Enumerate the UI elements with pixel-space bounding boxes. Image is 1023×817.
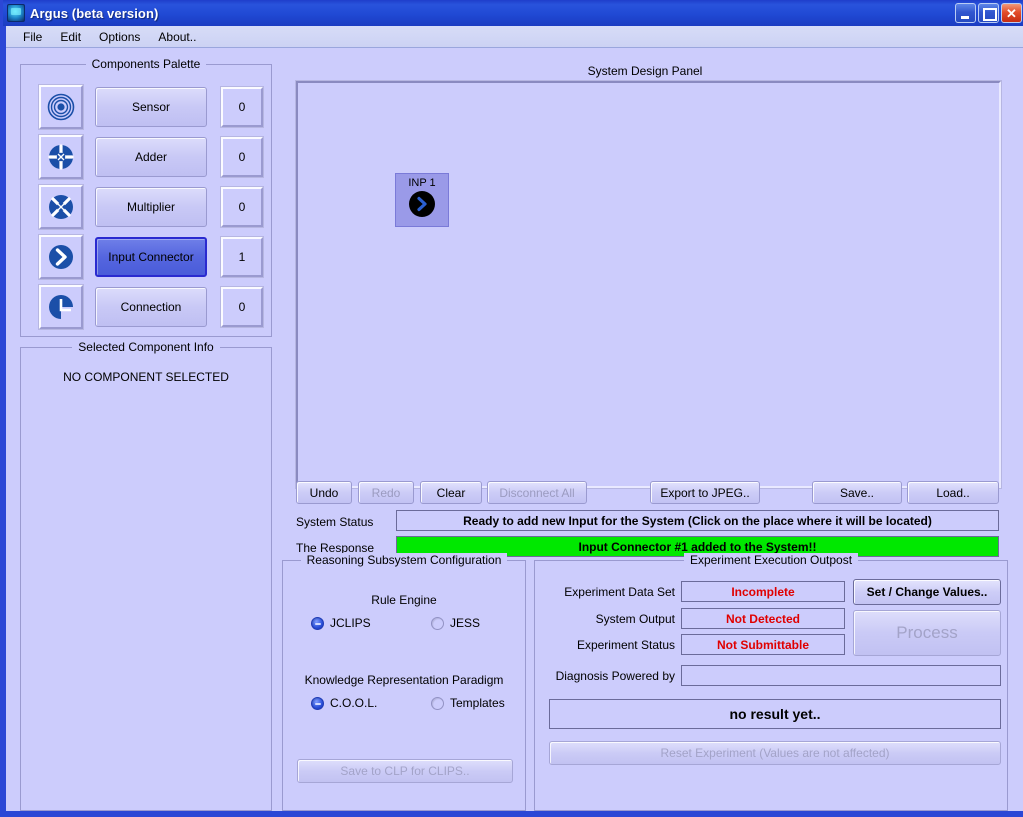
title-bar: Argus (beta version) ✕ xyxy=(3,0,1023,26)
radio-label-jess: JESS xyxy=(450,616,481,630)
menu-item-file[interactable]: File xyxy=(14,28,51,46)
radio-label-cool: C.O.O.L. xyxy=(330,696,378,710)
undo-button[interactable]: Undo xyxy=(296,481,352,504)
palette-count-connection: 0 xyxy=(220,286,264,328)
radio-jess[interactable] xyxy=(431,616,444,630)
diagnosis-powered-by-value xyxy=(681,665,1001,686)
app-icon xyxy=(7,4,25,22)
connection-icon[interactable] xyxy=(38,284,84,330)
chevron-right-icon xyxy=(409,191,435,217)
client-area: Components Palette Sensor 0 Adder 0 Mult… xyxy=(6,48,1023,811)
menu-bar: File Edit Options About.. xyxy=(6,26,1023,48)
reasoning-subsystem-title: Reasoning Subsystem Configuration xyxy=(283,553,525,567)
rule-engine-title: Rule Engine xyxy=(371,593,437,607)
menu-item-about[interactable]: About.. xyxy=(149,28,205,46)
palette-row-adder: Adder 0 xyxy=(38,134,264,180)
palette-row-input-connector: Input Connector 1 xyxy=(38,234,264,280)
experiment-data-set-value: Incomplete xyxy=(681,581,845,602)
set-change-values-button[interactable]: Set / Change Values.. xyxy=(853,579,1001,605)
components-palette-group: Components Palette Sensor 0 Adder 0 Mult… xyxy=(20,57,272,337)
process-button[interactable]: Process xyxy=(853,610,1001,656)
system-output-value: Not Detected xyxy=(681,608,845,629)
close-icon[interactable]: ✕ xyxy=(1001,3,1022,23)
radio-row-templates[interactable]: Templates xyxy=(431,696,505,710)
palette-button-connection[interactable]: Connection xyxy=(95,287,207,327)
close-glyph: ✕ xyxy=(1006,5,1017,21)
palette-button-adder[interactable]: Adder xyxy=(95,137,207,177)
diagnosis-powered-by-label: Diagnosis Powered by xyxy=(555,669,675,683)
palette-button-sensor[interactable]: Sensor xyxy=(95,87,207,127)
palette-row-connection: Connection 0 xyxy=(38,284,264,330)
system-status-label: System Status xyxy=(296,515,374,529)
components-palette-title-text: Components Palette xyxy=(85,57,207,71)
menu-item-edit[interactable]: Edit xyxy=(51,28,90,46)
selected-component-info-title-text: Selected Component Info xyxy=(72,340,220,354)
system-status-value: Ready to add new Input for the System (C… xyxy=(396,510,999,531)
radio-row-cool[interactable]: C.O.O.L. xyxy=(311,696,377,710)
radio-templates[interactable] xyxy=(431,696,444,710)
design-node-label: INP 1 xyxy=(408,177,436,189)
app-window: Argus (beta version) ✕ File Edit Options… xyxy=(0,0,1023,817)
design-canvas[interactable]: INP 1 xyxy=(295,80,1002,489)
load-button[interactable]: Load.. xyxy=(907,481,999,504)
experiment-execution-title: Experiment Execution Outpost xyxy=(535,553,1007,567)
menu-item-options[interactable]: Options xyxy=(90,28,149,46)
experiment-status-value: Not Submittable xyxy=(681,634,845,655)
palette-count-input-connector: 1 xyxy=(220,236,264,278)
export-to-jpeg-button[interactable]: Export to JPEG.. xyxy=(650,481,760,504)
redo-button[interactable]: Redo xyxy=(358,481,414,504)
krp-title: Knowledge Representation Paradigm xyxy=(304,673,504,687)
radio-cool[interactable] xyxy=(311,696,324,710)
palette-row-multiplier: Multiplier 0 xyxy=(38,184,264,230)
components-palette-title: Components Palette xyxy=(21,57,271,71)
minimize-icon[interactable] xyxy=(955,3,976,23)
design-node-inp-1[interactable]: INP 1 xyxy=(395,173,449,227)
save-button[interactable]: Save.. xyxy=(812,481,902,504)
palette-button-input-connector[interactable]: Input Connector xyxy=(95,237,207,277)
radio-label-templates: Templates xyxy=(450,696,505,710)
radio-label-jclips: JCLIPS xyxy=(330,616,371,630)
save-to-clp-button[interactable]: Save to CLP for CLIPS.. xyxy=(297,759,513,783)
window-controls: ✕ xyxy=(955,3,1022,23)
reset-experiment-button[interactable]: Reset Experiment (Values are not affecte… xyxy=(549,741,1001,765)
system-output-label: System Output xyxy=(595,612,675,626)
selected-component-info-group: Selected Component Info NO COMPONENT SEL… xyxy=(20,340,272,811)
experiment-execution-group: Experiment Execution Outpost Experiment … xyxy=(534,553,1008,811)
disconnect-all-button[interactable]: Disconnect All xyxy=(487,481,587,504)
reasoning-subsystem-title-text: Reasoning Subsystem Configuration xyxy=(300,553,508,567)
palette-count-multiplier: 0 xyxy=(220,186,264,228)
maximize-icon[interactable] xyxy=(978,3,999,23)
input-connector-icon[interactable] xyxy=(38,234,84,280)
adder-icon[interactable] xyxy=(38,134,84,180)
window-title: Argus (beta version) xyxy=(30,5,159,21)
result-box: no result yet.. xyxy=(549,699,1001,729)
multiplier-icon[interactable] xyxy=(38,184,84,230)
palette-count-adder: 0 xyxy=(220,136,264,178)
clear-button[interactable]: Clear xyxy=(420,481,482,504)
system-design-panel-group: System Design Panel INP 1 xyxy=(282,64,1008,489)
palette-count-sensor: 0 xyxy=(220,86,264,128)
palette-button-multiplier[interactable]: Multiplier xyxy=(95,187,207,227)
experiment-data-set-label: Experiment Data Set xyxy=(564,585,675,599)
radio-jclips[interactable] xyxy=(311,616,324,630)
experiment-status-label: Experiment Status xyxy=(576,638,675,652)
experiment-execution-title-text: Experiment Execution Outpost xyxy=(683,553,859,567)
radio-row-jclips[interactable]: JCLIPS xyxy=(311,616,371,630)
palette-row-sensor: Sensor 0 xyxy=(38,84,264,130)
radio-row-jess[interactable]: JESS xyxy=(431,616,480,630)
system-design-panel-title: System Design Panel xyxy=(587,64,703,78)
selected-component-info-title: Selected Component Info xyxy=(21,340,271,354)
sensor-icon[interactable] xyxy=(38,84,84,130)
selected-component-info-text: NO COMPONENT SELECTED xyxy=(63,370,229,384)
reasoning-subsystem-group: Reasoning Subsystem Configuration Rule E… xyxy=(282,553,526,811)
